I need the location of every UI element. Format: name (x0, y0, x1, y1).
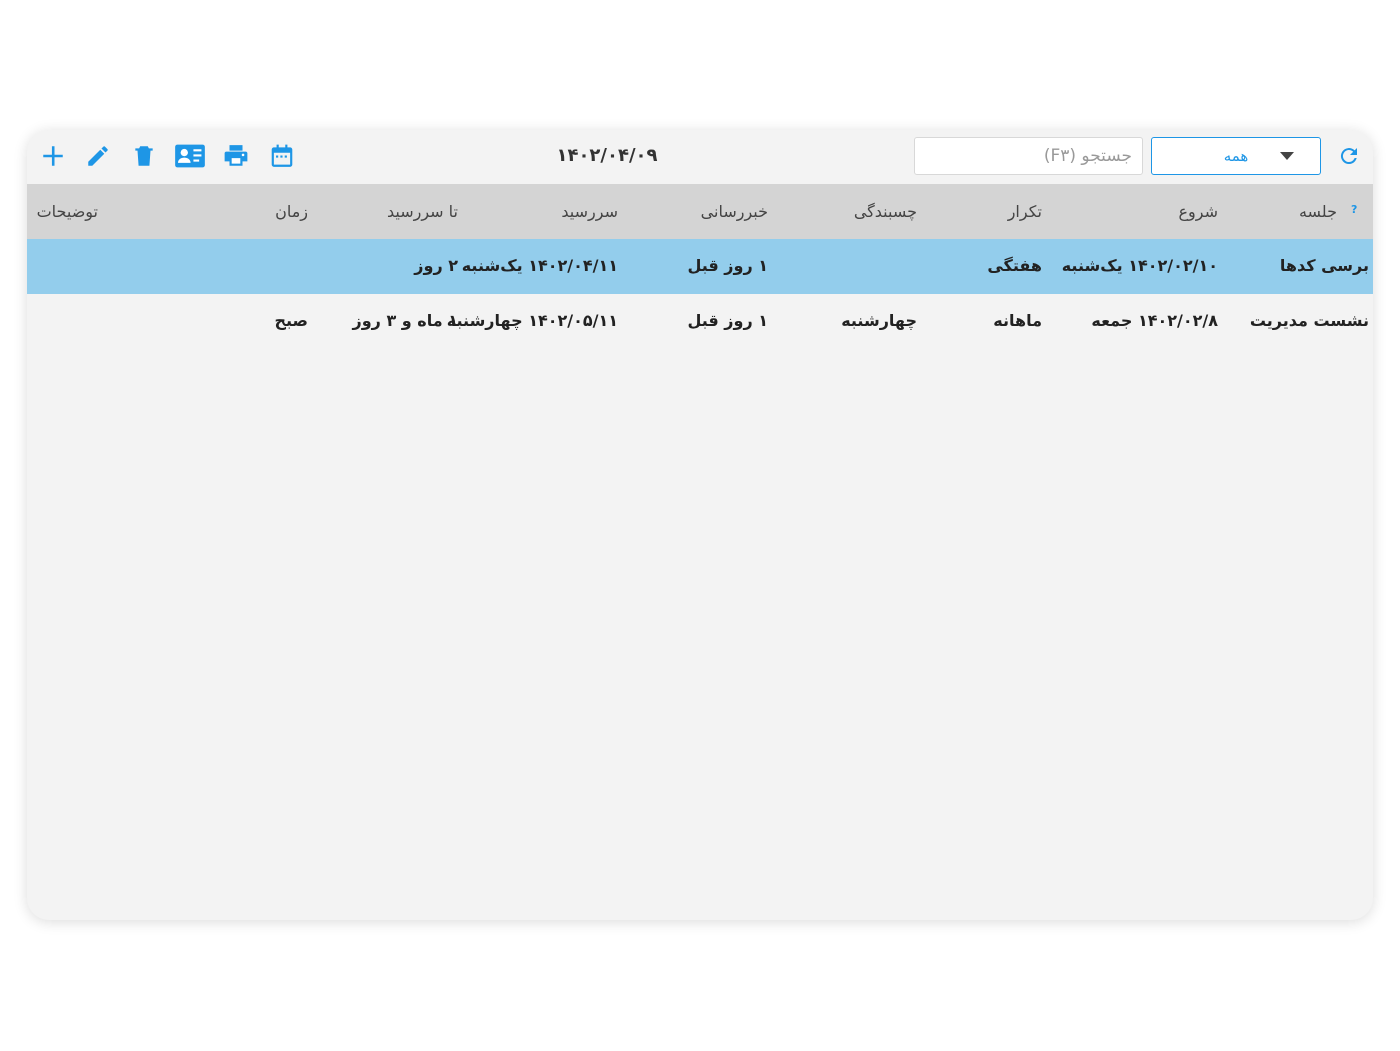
column-header-due[interactable]: سررسید (561, 202, 618, 221)
column-header-session[interactable]: جلسه (1299, 202, 1337, 221)
column-header-repeat[interactable]: تکرار (1008, 202, 1042, 221)
cell-until-due: ۲ روز (414, 256, 458, 275)
column-header-sticky[interactable]: چسبندگی (854, 202, 917, 221)
column-header-until-due[interactable]: تا سررسید (387, 202, 458, 221)
meetings-panel: ۱۴۰۲/۰۴/۰۹ همه ? جلسه شروع تکرار چسبندگی… (27, 130, 1373, 920)
cell-repeat: هفتگی (987, 256, 1042, 275)
cell-session: نشست مدیریت (1249, 311, 1369, 330)
search-input[interactable] (914, 137, 1143, 175)
cell-repeat: ماهانه (993, 311, 1042, 330)
cell-until-due: ۱ ماه و ۳ روز (352, 311, 458, 330)
filter-dropdown[interactable]: همه (1151, 137, 1321, 175)
table-header: ? جلسه شروع تکرار چسبندگی خبررسانی سررسی… (27, 184, 1373, 239)
cell-sticky: چهارشنبه (841, 311, 917, 330)
cell-start: ۱۴۰۲/۰۲/۸ جمعه (1091, 311, 1218, 330)
table-row[interactable]: برسی کدها ۱۴۰۲/۰۲/۱۰ یک‌شنبه هفتگی ۱ روز… (27, 239, 1373, 294)
cell-due: ۱۴۰۲/۰۵/۱۱ چهارشنبه (446, 311, 618, 330)
cell-notify: ۱ روز قبل (687, 256, 768, 275)
cell-start: ۱۴۰۲/۰۲/۱۰ یک‌شنبه (1061, 256, 1218, 275)
cell-session: برسی کدها (1279, 256, 1369, 275)
contact-card-icon[interactable] (172, 141, 208, 171)
cell-time: صبح (274, 311, 308, 330)
refresh-icon[interactable] (1334, 141, 1364, 171)
table-row[interactable]: نشست مدیریت ۱۴۰۲/۰۲/۸ جمعه ماهانه چهارشن… (27, 294, 1373, 349)
filter-dropdown-value: همه (1223, 147, 1249, 165)
cell-notify: ۱ روز قبل (687, 311, 768, 330)
cell-due: ۱۴۰۲/۰۴/۱۱ یک‌شنبه (461, 256, 618, 275)
calendar-icon[interactable] (267, 141, 297, 171)
column-header-time[interactable]: زمان (275, 202, 308, 221)
add-icon[interactable] (38, 141, 68, 171)
help-icon[interactable]: ? (1351, 203, 1357, 216)
toolbar: ۱۴۰۲/۰۴/۰۹ همه (27, 130, 1373, 184)
column-header-start[interactable]: شروع (1178, 202, 1218, 221)
edit-icon[interactable] (83, 141, 113, 171)
column-header-notes[interactable]: توضیحات (37, 202, 98, 221)
delete-icon[interactable] (129, 141, 159, 171)
column-header-notify[interactable]: خبررسانی (701, 202, 768, 221)
print-icon[interactable] (221, 141, 251, 171)
current-date: ۱۴۰۲/۰۴/۰۹ (556, 145, 658, 166)
